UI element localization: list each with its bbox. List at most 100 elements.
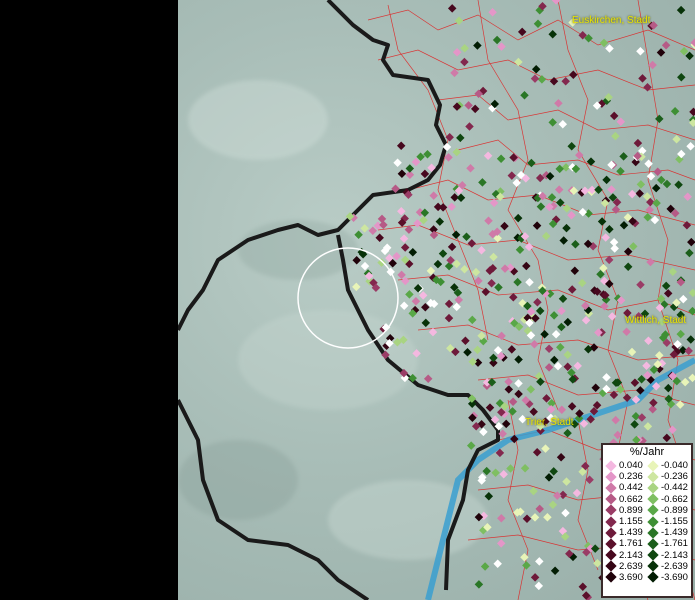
measurement-point [577, 278, 587, 288]
legend-swatch [605, 504, 617, 517]
measurement-point [629, 242, 638, 251]
measurement-point [474, 580, 484, 589]
measurement-point [485, 403, 495, 412]
legend-entry: -2.639 [647, 560, 689, 572]
measurement-point [520, 90, 529, 100]
legend-label: 3.690 [619, 571, 643, 583]
measurement-point [554, 99, 563, 108]
measurement-point [594, 185, 603, 194]
legend-entry: -0.040 [647, 459, 689, 472]
legend-entry: 0.662 [605, 493, 647, 505]
measurement-point [661, 41, 671, 50]
measurement-point [536, 202, 546, 211]
legend-entry: -2.143 [647, 549, 689, 561]
measurement-point [360, 224, 369, 233]
measurement-point [411, 297, 421, 306]
legend-label: 0.662 [619, 493, 643, 505]
legend-entry: -0.662 [647, 493, 689, 505]
measurement-point [567, 210, 576, 220]
measurement-point [685, 248, 694, 258]
measurement-point [558, 119, 568, 129]
measurement-point [514, 57, 523, 67]
measurement-point [559, 236, 568, 245]
measurement-point [676, 329, 685, 339]
measurement-point [396, 141, 406, 151]
measurement-point [540, 329, 549, 339]
measurement-point [622, 327, 631, 337]
measurement-point [627, 189, 637, 199]
measurement-point [643, 213, 652, 222]
measurement-point [527, 158, 536, 168]
measurement-point [492, 35, 502, 45]
measurement-point [549, 467, 558, 476]
measurement-point [554, 185, 564, 194]
measurement-point [473, 41, 482, 50]
measurement-point [563, 428, 572, 438]
measurement-point [656, 48, 666, 57]
measurement-point [478, 178, 487, 187]
measurement-point [567, 285, 577, 294]
legend-label: -0.040 [661, 460, 688, 472]
measurement-point [420, 169, 430, 179]
measurement-point [429, 230, 439, 240]
measurement-point [533, 297, 542, 307]
measurement-point [504, 377, 513, 386]
measurement-point [562, 223, 571, 233]
legend-swatch [647, 482, 659, 494]
legend-entry: -0.236 [647, 471, 689, 483]
measurement-point [497, 513, 506, 523]
measurement-point [578, 582, 588, 591]
measurement-point [473, 345, 482, 355]
legend-label: 2.143 [619, 549, 643, 561]
measurement-point [496, 539, 506, 548]
measurement-point [514, 379, 523, 388]
legend-swatch [605, 571, 617, 584]
measurement-point [479, 427, 488, 437]
legend-swatch [605, 527, 617, 539]
measurement-point [557, 306, 566, 316]
measurement-point [423, 150, 432, 159]
legend-label: 0.236 [619, 471, 643, 483]
legend-swatch [647, 515, 659, 528]
measurement-point [630, 378, 640, 387]
legend-label: 0.899 [619, 504, 643, 516]
measurement-point [514, 389, 523, 399]
measurement-point [360, 261, 370, 271]
measurement-point [520, 463, 530, 473]
measurement-point [551, 330, 561, 339]
legend-entry: 0.899 [605, 504, 647, 517]
measurement-point [534, 581, 544, 591]
measurement-point [685, 51, 694, 61]
measurement-point [375, 233, 384, 243]
measurement-point [463, 347, 472, 357]
measurement-point [420, 208, 430, 217]
measurement-point [567, 142, 576, 151]
measurement-point [563, 350, 572, 360]
measurement-point [444, 261, 454, 271]
measurement-point [555, 164, 564, 174]
measurement-point [556, 452, 566, 462]
place-label-trier: Trier, Stadt [525, 417, 574, 428]
measurement-point [676, 5, 686, 15]
measurement-point [609, 111, 619, 121]
measurement-point [461, 336, 470, 346]
measurement-point [607, 185, 616, 194]
legend-swatch [647, 549, 659, 561]
measurement-point [447, 202, 456, 212]
legend-positive-column: 0.040 0.236 0.442 0.662 0.899 1.155 1.439 1.761… [605, 459, 647, 584]
measurement-point [421, 318, 431, 328]
measurement-point [535, 504, 544, 514]
measurement-point [489, 353, 498, 363]
measurement-point [644, 159, 653, 169]
legend-entry: 2.143 [605, 549, 647, 561]
legend-entry: -0.899 [647, 504, 689, 517]
measurement-point [677, 73, 686, 82]
measurement-point [368, 226, 378, 236]
measurement-point [500, 221, 509, 231]
measurement-point [557, 405, 567, 415]
legend-swatch [647, 493, 659, 505]
measurement-point [655, 114, 664, 124]
measurement-point [377, 258, 386, 267]
measurement-point [575, 150, 584, 160]
legend-label: 2.639 [619, 560, 643, 572]
